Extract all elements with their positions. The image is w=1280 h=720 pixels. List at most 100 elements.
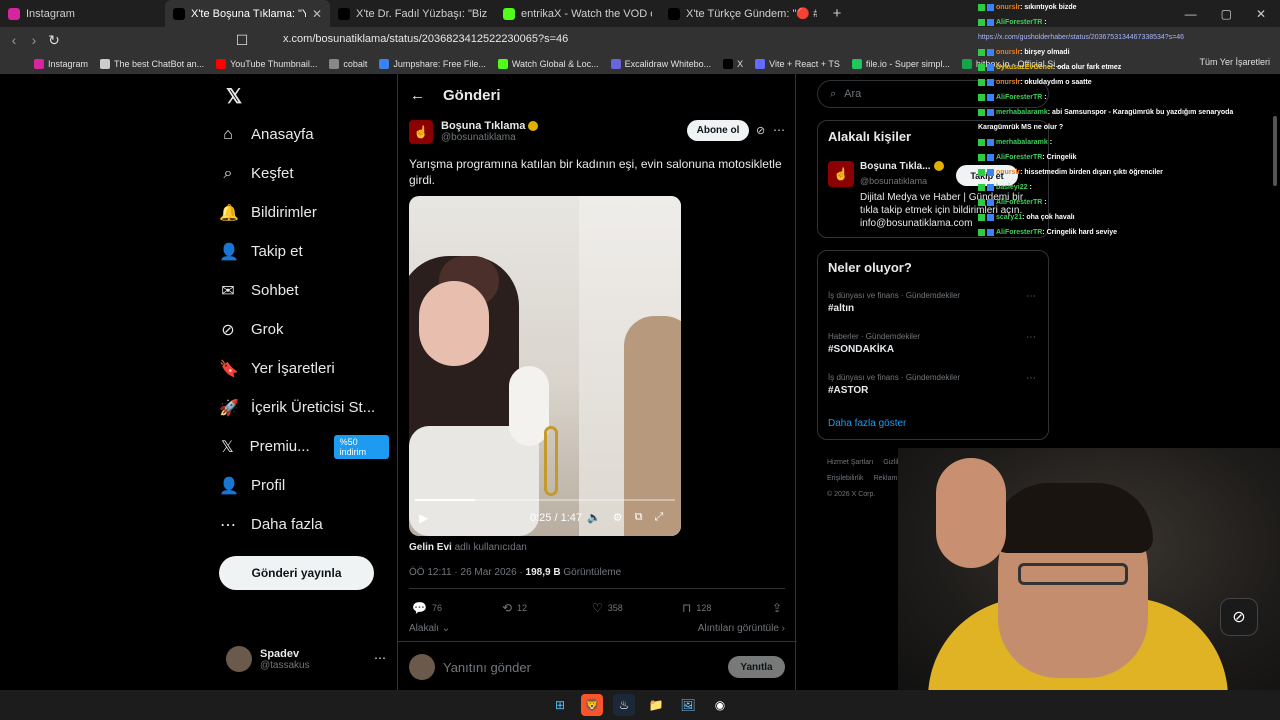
chat-username[interactable]: AliForesterTR bbox=[996, 229, 1042, 236]
new-tab-button[interactable]: + bbox=[825, 5, 849, 22]
bookmark-item[interactable]: Instagram bbox=[34, 58, 88, 69]
share-action[interactable]: ⇪ bbox=[772, 601, 782, 615]
chat-username[interactable]: AliForesterTR bbox=[996, 154, 1042, 161]
chat-username[interactable]: onurslr bbox=[996, 4, 1020, 11]
sort-relevant-button[interactable]: Alakalı ⌄ bbox=[409, 623, 450, 634]
nav-item[interactable]: ✉ Sohbet bbox=[219, 271, 389, 310]
bookmark-item[interactable]: Excalidraw Whitebo... bbox=[610, 58, 711, 69]
bookmark-action[interactable]: ⊓ 128 bbox=[682, 601, 772, 615]
trend-item[interactable]: İş dünyası ve finans · Gündemdekiler #alt… bbox=[828, 291, 1040, 314]
settings-icon[interactable]: ⚙ bbox=[613, 511, 623, 524]
chat-username[interactable]: onurslr bbox=[996, 169, 1020, 176]
browser-tab[interactable]: entrikaX - Watch the VOD on Kick bbox=[495, 0, 660, 27]
bookmark-item[interactable]: Watch Global & Loc... bbox=[497, 58, 599, 69]
chat-username[interactable]: scary21 bbox=[996, 214, 1022, 221]
obs-icon[interactable]: ◉ bbox=[709, 694, 731, 716]
bookmark-item[interactable]: The best ChatBot an... bbox=[100, 58, 204, 69]
windows-start-icon[interactable]: ⊞ bbox=[549, 694, 571, 716]
chat-username[interactable]: onurslr bbox=[996, 79, 1020, 86]
video-player[interactable]: ▶ 0:25 / 1:47 🔈 ⚙ ⧉ ⤢ bbox=[409, 196, 681, 536]
nav-item[interactable]: 🔖 Yer İşaretleri bbox=[219, 349, 389, 388]
related-avatar[interactable]: ☝ bbox=[828, 161, 854, 187]
reply-action[interactable]: 💬 76 bbox=[412, 601, 502, 615]
account-more-icon[interactable]: ⋯ bbox=[374, 651, 386, 665]
account-switcher[interactable]: Spadev @tassakus ⋯ bbox=[226, 643, 386, 675]
photos-icon[interactable]: 🖼 bbox=[677, 694, 699, 716]
post-more-icon[interactable]: ⋯ bbox=[773, 123, 785, 137]
post-button[interactable]: Gönderi yayınla bbox=[219, 556, 374, 590]
bookmark-page-icon[interactable]: ☐ bbox=[232, 32, 252, 49]
nav-item[interactable]: 🔔 Bildirimler bbox=[219, 193, 389, 232]
chat-username[interactable]: AliForesterTR bbox=[996, 19, 1042, 26]
nav-item[interactable]: ⌕ Keşfet bbox=[219, 154, 389, 193]
nav-item[interactable]: 🚀 İçerik Üreticisi St... bbox=[219, 388, 389, 427]
show-more-link[interactable]: Daha fazla göster bbox=[828, 418, 906, 429]
bookmark-item[interactable]: cobalt bbox=[329, 58, 367, 69]
like-action[interactable]: ♡ 358 bbox=[592, 601, 682, 615]
bookmark-item[interactable]: file.io - Super simpl... bbox=[851, 58, 950, 69]
chat-username[interactable]: AliForesterTR bbox=[996, 199, 1042, 206]
scrollbar[interactable] bbox=[1272, 76, 1278, 686]
close-tab-icon[interactable]: ✕ bbox=[312, 7, 322, 21]
chat-username[interactable]: AliForesterTR bbox=[996, 94, 1042, 101]
repost-action[interactable]: ⟲ 12 bbox=[502, 601, 592, 615]
author-avatar[interactable]: ☝ bbox=[409, 120, 433, 144]
back-arrow-icon[interactable]: ← bbox=[410, 87, 425, 104]
related-name[interactable]: Boşuna Tıkla... bbox=[860, 161, 944, 172]
volume-icon[interactable]: 🔈 bbox=[587, 511, 601, 524]
trend-more-icon[interactable]: ⋯ bbox=[1026, 291, 1036, 302]
trend-more-icon[interactable]: ⋯ bbox=[1026, 332, 1036, 343]
trend-more-icon[interactable]: ⋯ bbox=[1026, 373, 1036, 384]
view-quotes-link[interactable]: Alıntıları görüntüle › bbox=[698, 623, 785, 634]
video-source-name[interactable]: Gelin Evi bbox=[409, 542, 452, 553]
chat-username[interactable]: UykusuzEvGenci bbox=[996, 64, 1053, 71]
pip-icon[interactable]: ⧉ bbox=[635, 511, 643, 524]
reply-sort: Alakalı ⌄ Alıntıları görüntüle › bbox=[409, 623, 785, 634]
chat-username[interactable]: basieyi22 bbox=[996, 184, 1028, 191]
nav-item[interactable]: ⌂ Anasayfa bbox=[219, 115, 389, 154]
scrollbar-thumb[interactable] bbox=[1273, 116, 1277, 186]
video-progress-bar[interactable] bbox=[415, 499, 675, 501]
footer-link[interactable]: © 2026 X Corp. bbox=[827, 491, 875, 498]
bookmark-item[interactable]: Jumpshare: Free File... bbox=[379, 58, 486, 69]
file-explorer-icon[interactable]: 📁 bbox=[645, 694, 667, 716]
post-author[interactable]: ☝ Boşuna Tıklama @bosunatiklama bbox=[409, 120, 539, 144]
nav-item[interactable]: ⊘ Grok bbox=[219, 310, 389, 349]
back-icon[interactable]: ‹ bbox=[4, 32, 24, 48]
bookmark-item[interactable]: X bbox=[723, 58, 743, 69]
steam-icon[interactable]: ♨ bbox=[613, 694, 635, 716]
reply-button[interactable]: Yanıtla bbox=[728, 656, 785, 678]
bookmark-item[interactable]: Vite + React + TS bbox=[755, 58, 840, 69]
grok-floating-button[interactable]: ⊘ bbox=[1220, 598, 1258, 636]
related-handle[interactable]: @bosunatiklama bbox=[860, 176, 927, 186]
nav-item[interactable]: 👤 Profil bbox=[219, 466, 389, 505]
chat-username[interactable]: merhabalaramk bbox=[996, 109, 1048, 116]
nav-item[interactable]: 𝕏 Premiu... %50 indirim bbox=[219, 427, 389, 466]
fullscreen-icon[interactable]: ⤢ bbox=[654, 511, 663, 524]
reload-icon[interactable]: ↻ bbox=[44, 32, 64, 49]
browser-tab[interactable]: Instagram bbox=[0, 0, 165, 27]
subscribe-button[interactable]: Abone ol bbox=[687, 120, 749, 141]
grok-icon[interactable]: ⊘ bbox=[756, 124, 765, 137]
author-name[interactable]: Boşuna Tıklama bbox=[441, 120, 525, 132]
chat-username[interactable]: onurslr bbox=[996, 49, 1020, 56]
bookmark-item[interactable]: YouTube Thumbnail... bbox=[216, 58, 317, 69]
nav-item[interactable]: 👤 Takip et bbox=[219, 232, 389, 271]
post-timestamp[interactable]: ÖÖ 12:11 · 26 Mar 2026 · bbox=[409, 567, 523, 578]
url-field[interactable]: x.com/bosunatiklama/status/2036823412522… bbox=[283, 33, 568, 45]
brave-browser-icon[interactable]: 🦁 bbox=[581, 694, 603, 716]
browser-tab[interactable]: X'te Türkçe Gündem: "🔴 #SONDAK bbox=[660, 0, 825, 27]
browser-tab[interactable]: X'te Boşuna Tıklama: "Yarışma pr ✕ bbox=[165, 0, 330, 27]
author-handle[interactable]: @bosunatiklama bbox=[441, 132, 538, 143]
play-icon[interactable]: ▶ bbox=[419, 511, 428, 525]
nav-item[interactable]: ⋯ Daha fazla bbox=[219, 505, 389, 544]
forward-icon[interactable]: › bbox=[24, 32, 44, 48]
footer-link[interactable]: Hizmet Şartları bbox=[827, 459, 873, 466]
trend-item[interactable]: Haberler · Gündemdekiler #SONDAKİKA ⋯ bbox=[828, 332, 1040, 355]
footer-link[interactable]: Erişilebilirlik bbox=[827, 475, 864, 482]
trend-item[interactable]: İş dünyası ve finans · Gündemdekiler #AST… bbox=[828, 373, 1040, 396]
chat-username[interactable]: merhabalaramk bbox=[996, 139, 1048, 146]
browser-tab[interactable]: X'te Dr. Fadıl Yüzbaşı: "Biz Kürdistan bbox=[330, 0, 495, 27]
reply-input[interactable]: Yanıtını gönder bbox=[443, 660, 531, 675]
x-logo-icon[interactable]: 𝕏 bbox=[226, 84, 242, 109]
